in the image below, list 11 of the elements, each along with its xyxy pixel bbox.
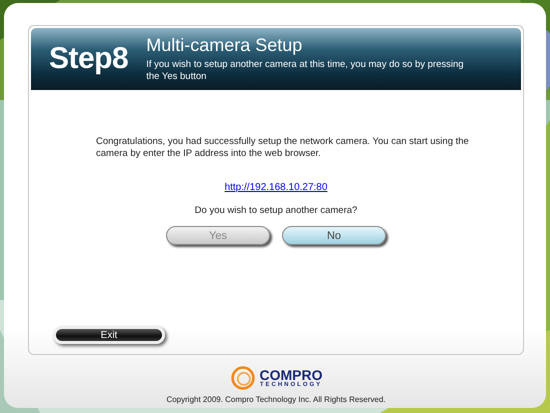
- logo-swirl-icon: [230, 365, 256, 391]
- question-text: Do you wish to setup another camera?: [194, 205, 358, 216]
- logo-name: COMPRO: [260, 368, 322, 382]
- message-text: Congratulations, you had successfully setup the network camera. You can start using the camera by enter the IP address into the web browser.: [96, 136, 470, 160]
- exit-button[interactable]: Exit: [53, 326, 165, 344]
- copyright-text: Copyright 2009. Compro Technology Inc. All Rights Reserved.: [166, 395, 386, 404]
- step-label: Step8: [49, 42, 128, 76]
- page-subtitle: If you wish to setup another camera at this time, you may do so by pressing the Yes button: [146, 59, 465, 83]
- page-title: Multi-camera Setup: [146, 35, 304, 56]
- camera-link[interactable]: http://192.168.10.27:80: [224, 182, 328, 193]
- choice-button[interactable]: No: [282, 226, 386, 245]
